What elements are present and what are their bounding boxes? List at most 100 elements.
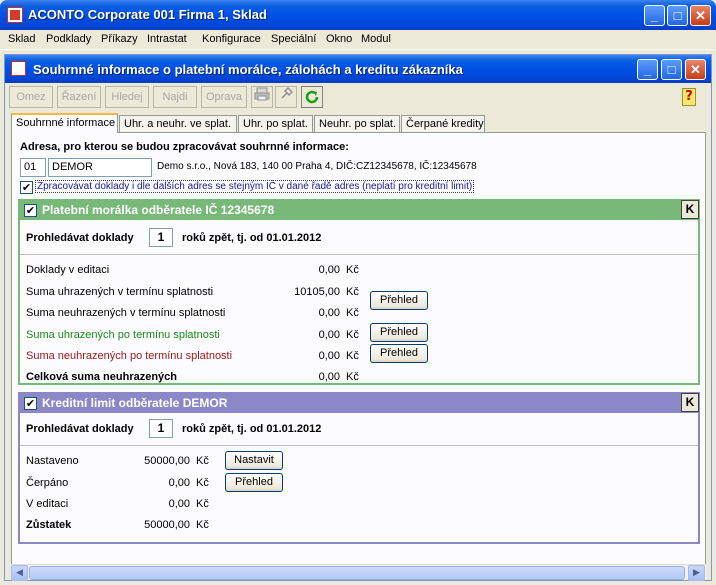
- maximize-icon: □: [673, 8, 682, 23]
- address-heading: Adresa, pro kterou se budou zpracovávat …: [20, 141, 349, 153]
- tab-uhr-a-neuhr-ve-splat[interactable]: Uhr. a neuhr. ve splat.: [119, 115, 237, 132]
- menu-prikazy[interactable]: Příkazy: [101, 33, 138, 45]
- credit-row-label: V editaci: [26, 498, 69, 510]
- app-title: ACONTO Corporate 001 Firma 1, Sklad: [28, 7, 267, 22]
- window-close-button[interactable]: ✕: [685, 59, 706, 80]
- scroll-right-button[interactable]: ▶: [688, 565, 705, 581]
- window-icon: [11, 61, 26, 76]
- credit-limit-title: Kreditní limit odběratele DEMOR: [42, 396, 228, 410]
- refresh-icon: [305, 90, 319, 104]
- menu-bar: Sklad Podklady Příkazy Intrastat Konfigu…: [0, 30, 716, 50]
- payment-row-value: 10105,00: [294, 286, 340, 298]
- credit-used-overview-button[interactable]: Přehled: [225, 473, 283, 492]
- paid-on-time-overview-button[interactable]: Přehled: [370, 291, 428, 310]
- payment-years-input[interactable]: 1: [149, 228, 173, 247]
- credit-years-input[interactable]: 1: [149, 419, 173, 438]
- payment-morality-title: Platební morálka odběratele IČ 12345678: [42, 203, 275, 217]
- menu-okno[interactable]: Okno: [326, 33, 352, 45]
- app-title-bar[interactable]: ACONTO Corporate 001 Firma 1, Sklad _ □ …: [0, 0, 716, 30]
- credit-balance-currency: Kč: [196, 519, 209, 531]
- payment-row-currency: Kč: [346, 350, 359, 362]
- help-button[interactable]: ?: [682, 88, 696, 106]
- tab-souhrnne-informace[interactable]: Souhrnné informace: [11, 113, 118, 133]
- address-name-input[interactable]: DEMOR: [48, 158, 152, 177]
- close-button[interactable]: ✕: [690, 5, 711, 26]
- payment-row-value: 0,00: [318, 264, 340, 276]
- address-detail: Demo s.r.o., Nová 183, 140 00 Praha 4, D…: [157, 161, 477, 172]
- tab-cerpane-kredity[interactable]: Čerpané kredity: [401, 115, 485, 132]
- credit-row-label: Čerpáno: [26, 477, 69, 489]
- credit-row-value: 0,00: [168, 477, 190, 489]
- window-minimize-button[interactable]: _: [637, 59, 658, 80]
- omez-button[interactable]: Omez: [9, 86, 53, 108]
- credit-limit-checkbox[interactable]: ✔: [24, 397, 37, 410]
- payment-row-currency: Kč: [346, 307, 359, 319]
- credit-separator: [20, 445, 698, 446]
- credit-row-value: 0,00: [168, 498, 190, 510]
- credit-row-currency: Kč: [196, 455, 209, 467]
- summary-window-title: Souhrnné informace o platební morálce, z…: [33, 62, 463, 77]
- scroll-thumb[interactable]: [29, 566, 685, 580]
- payment-total-value: 0,00: [318, 371, 340, 383]
- summary-window: Souhrnné informace o platební morálce, z…: [4, 54, 712, 581]
- window-maximize-button[interactable]: □: [661, 59, 682, 80]
- unpaid-after-due-overview-button[interactable]: Přehled: [370, 344, 428, 363]
- printer-icon: [254, 87, 270, 101]
- minimize-button[interactable]: _: [644, 5, 665, 26]
- payment-row-label: Suma neuhrazených po termínu splatnosti: [26, 350, 233, 362]
- minimize-icon: _: [650, 8, 659, 23]
- set-credit-limit-button[interactable]: Nastavit: [225, 451, 283, 470]
- same-ic-checkbox-label[interactable]: Zpracovávat doklady i dle dalších adres …: [35, 180, 475, 193]
- menu-sklad[interactable]: Sklad: [8, 33, 36, 45]
- tab-neuhr-po-splat[interactable]: Neuhr. po splat.: [314, 115, 400, 132]
- credit-row-label: Nastaveno: [26, 455, 79, 467]
- tab-page-summary: Adresa, pro kterou se budou zpracovávat …: [11, 132, 706, 566]
- address-code-input[interactable]: 01: [20, 158, 46, 177]
- paid-after-due-overview-button[interactable]: Přehled: [370, 323, 428, 342]
- credit-limit-k-button[interactable]: K: [681, 393, 699, 412]
- tab-uhr-po-splat[interactable]: Uhr. po splat.: [238, 115, 313, 132]
- minimize-icon: _: [643, 62, 652, 77]
- payment-total-currency: Kč: [346, 371, 359, 383]
- payment-search-prefix: Prohledávat doklady: [26, 232, 134, 244]
- payment-morality-panel: ✔ Platební morálka odběratele IČ 1234567…: [18, 199, 700, 385]
- payment-row-currency: Kč: [346, 329, 359, 341]
- pin-icon: [281, 86, 294, 99]
- payment-row-label: Suma neuhrazených v termínu splatnosti: [26, 307, 226, 319]
- payment-separator: [20, 254, 698, 255]
- credit-search-suffix: roků zpět, tj. od 01.01.2012: [182, 423, 322, 435]
- payment-row-currency: Kč: [346, 286, 359, 298]
- hledej-button[interactable]: Hledej: [105, 86, 149, 108]
- menu-specialni[interactable]: Speciální: [271, 33, 316, 45]
- scroll-left-button[interactable]: ◀: [11, 565, 28, 581]
- credit-row-currency: Kč: [196, 498, 209, 510]
- menu-podklady[interactable]: Podklady: [46, 33, 91, 45]
- horizontal-scrollbar[interactable]: ◀ ▶: [11, 564, 706, 581]
- payment-row-value: 0,00: [318, 329, 340, 341]
- payment-morality-checkbox[interactable]: ✔: [24, 204, 37, 217]
- credit-row-currency: Kč: [196, 477, 209, 489]
- print-button[interactable]: [251, 86, 273, 108]
- menu-konfigurace[interactable]: Konfigurace: [202, 33, 261, 45]
- same-ic-checkbox[interactable]: ✔: [20, 181, 33, 194]
- maximize-icon: □: [667, 62, 676, 77]
- credit-balance-label: Zůstatek: [26, 519, 72, 531]
- menu-intrastat[interactable]: Intrastat: [147, 33, 187, 45]
- refresh-button[interactable]: [301, 86, 323, 108]
- menu-modul[interactable]: Modul: [361, 33, 391, 45]
- payment-row-label: Suma uhrazených po termínu splatnosti: [26, 329, 220, 341]
- credit-balance-value: 50000,00: [144, 519, 190, 531]
- payment-row-currency: Kč: [346, 264, 359, 276]
- pin-button[interactable]: [275, 86, 297, 108]
- razeni-button[interactable]: Řazení: [57, 86, 101, 108]
- maximize-button[interactable]: □: [667, 5, 688, 26]
- oprava-button[interactable]: Oprava: [201, 86, 247, 108]
- payment-row-value: 0,00: [318, 350, 340, 362]
- payment-morality-header: ✔ Platební morálka odběratele IČ 1234567…: [20, 200, 699, 220]
- close-icon: ✕: [690, 62, 701, 77]
- payment-morality-k-button[interactable]: K: [681, 200, 699, 219]
- najdi-button[interactable]: Najdi: [153, 86, 197, 108]
- payment-row-value: 0,00: [318, 307, 340, 319]
- credit-row-value: 50000,00: [144, 455, 190, 467]
- summary-window-title-bar[interactable]: Souhrnné informace o platební morálce, z…: [5, 55, 711, 83]
